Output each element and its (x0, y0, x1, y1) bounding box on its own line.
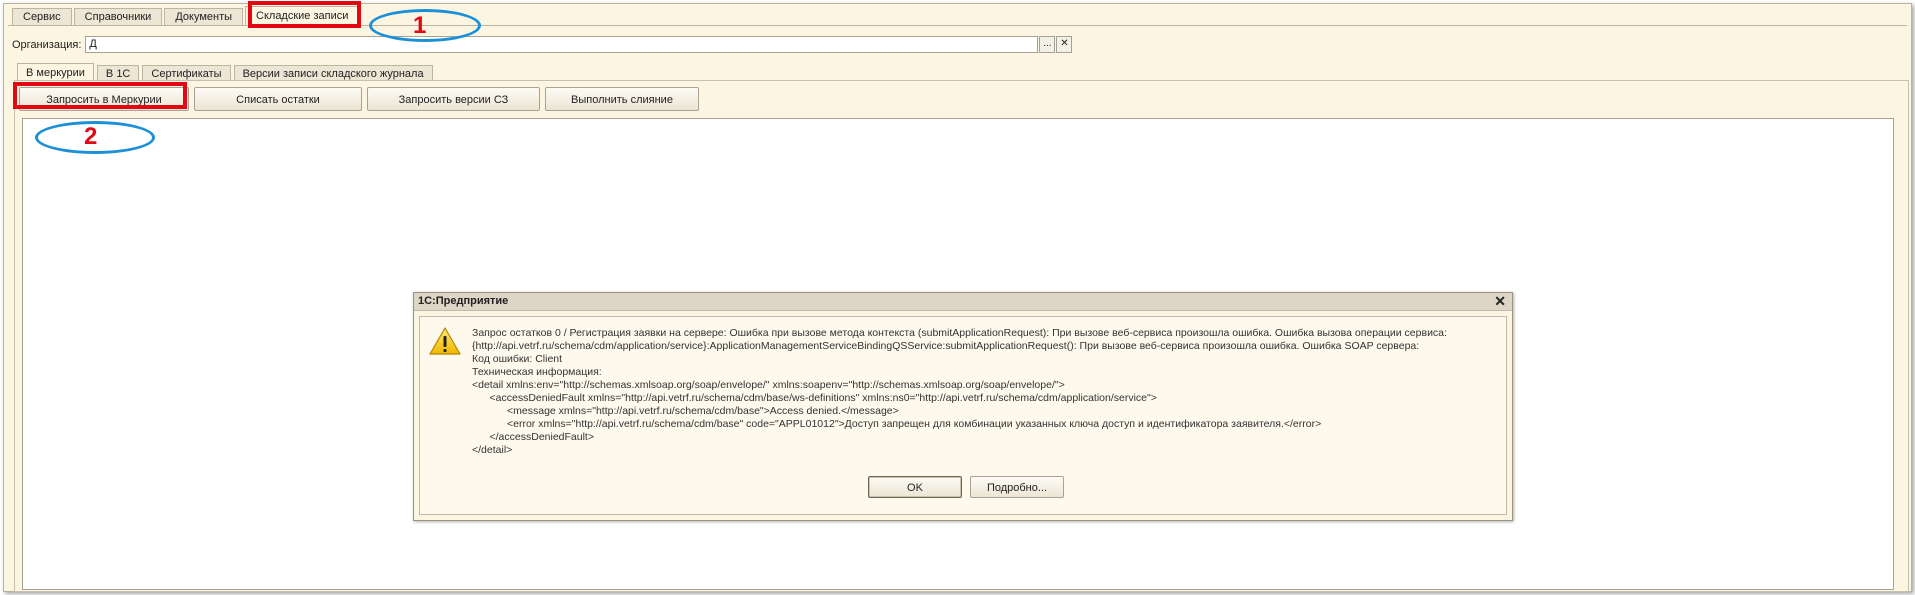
write-off-button[interactable]: Списать остатки (194, 87, 362, 111)
message-line: </detail> (472, 444, 513, 456)
tab-documents[interactable]: Документы (164, 8, 244, 26)
organization-input[interactable]: Д (85, 36, 1039, 53)
message-line: <error xmlns="http://api.vetrf.ru/schema… (472, 418, 1322, 430)
message-line: <detail xmlns:env="http://schemas.xmlsoa… (472, 379, 1065, 391)
message-line: </accessDeniedFault> (472, 431, 594, 443)
message-line: Техническая информация: (472, 366, 602, 378)
dialog-title: 1С:Предприятие (418, 295, 509, 307)
close-icon[interactable]: ✕ (1494, 293, 1506, 310)
request-versions-button[interactable]: Запросить версии СЗ (367, 87, 540, 111)
annotation-number-2: 2 (84, 123, 98, 150)
message-line: Код ошибки: Client (472, 353, 563, 365)
dialog-titlebar: 1С:Предприятие ✕ (414, 293, 1512, 311)
clear-button[interactable]: ✕ (1056, 36, 1073, 53)
warning-icon (429, 327, 461, 355)
ok-button[interactable]: OK (868, 476, 962, 498)
organization-row: Организация: Д ... ✕ (12, 36, 1073, 53)
annotation-number-1: 1 (413, 12, 427, 39)
annotation-highlight-2 (13, 82, 187, 109)
error-dialog: 1С:Предприятие ✕ Запрос остатков 0 / Рег… (413, 292, 1513, 521)
error-message: Запрос остатков 0 / Регистрация заявки н… (472, 327, 1492, 457)
organization-label: Организация: (12, 38, 82, 51)
dialog-buttons: OK Подробно... (868, 476, 1072, 498)
merge-button[interactable]: Выполнить слияние (545, 87, 699, 111)
select-button[interactable]: ... (1039, 36, 1056, 53)
message-line: Запрос остатков 0 / Регистрация заявки н… (472, 327, 1447, 339)
message-line: <accessDeniedFault xmlns="http://api.vet… (472, 392, 1157, 404)
details-button[interactable]: Подробно... (970, 476, 1064, 498)
message-line: <message xmlns="http://api.vetrf.ru/sche… (472, 405, 899, 417)
tab-directories[interactable]: Справочники (73, 8, 163, 26)
message-line: {http://api.vetrf.ru/schema/cdm/applicat… (472, 340, 1420, 352)
tab-service[interactable]: Сервис (12, 8, 72, 26)
dialog-body: Запрос остатков 0 / Регистрация заявки н… (419, 316, 1507, 515)
annotation-highlight-1 (248, 1, 361, 28)
